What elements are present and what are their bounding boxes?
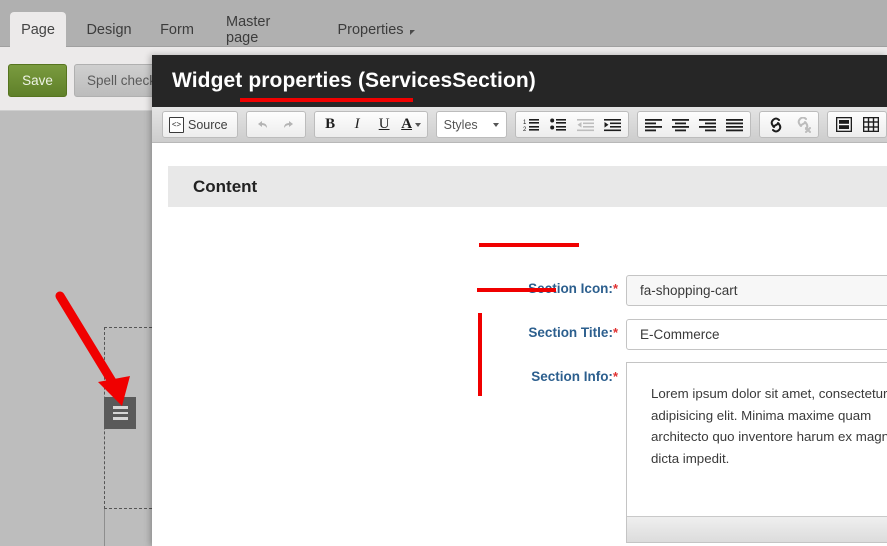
dialog-title-text: Widget properties (ServicesSection) bbox=[172, 69, 536, 92]
table-button[interactable] bbox=[857, 112, 884, 137]
redo-button[interactable] bbox=[276, 112, 303, 137]
unlink-icon bbox=[797, 116, 811, 133]
styles-dropdown[interactable]: Styles bbox=[435, 111, 507, 138]
chevron-down-icon bbox=[493, 122, 499, 127]
annotation-underline-title bbox=[240, 98, 413, 102]
section-title-label-text: Section Title: bbox=[528, 325, 613, 340]
align-right-button[interactable] bbox=[694, 112, 721, 137]
svg-text:2: 2 bbox=[523, 127, 527, 132]
tab-properties[interactable]: Properties bbox=[326, 12, 426, 47]
annotation-bar-section-info bbox=[478, 313, 482, 396]
section-icon-select-value: fa-shopping-cart bbox=[640, 283, 738, 298]
section-info-editor-footer bbox=[627, 516, 887, 542]
image-button[interactable] bbox=[830, 112, 857, 137]
required-asterisk: * bbox=[612, 325, 618, 340]
undo-arrow-icon bbox=[258, 120, 268, 128]
section-info-label-row: Section Info:* bbox=[378, 369, 618, 384]
section-icon-select[interactable]: fa-shopping-cart bbox=[626, 275, 887, 306]
bold-icon: B bbox=[325, 116, 336, 132]
italic-icon: I bbox=[354, 116, 360, 132]
chevron-down-icon bbox=[409, 30, 415, 35]
tab-page-label: Page bbox=[21, 21, 55, 38]
bold-button[interactable]: B bbox=[317, 112, 344, 137]
annotation-underline-section-title bbox=[477, 288, 556, 292]
increase-indent-button[interactable] bbox=[599, 112, 626, 137]
save-button-label: Save bbox=[22, 73, 53, 88]
toolbar-group-basic-styles: B I U A bbox=[313, 111, 428, 138]
tab-properties-label: Properties bbox=[337, 21, 404, 38]
save-button[interactable]: Save bbox=[8, 64, 67, 97]
undo-button[interactable] bbox=[249, 112, 276, 137]
main-tab-bar: Page Design Form Master page Properties bbox=[0, 0, 887, 47]
align-center-icon bbox=[672, 118, 689, 131]
hamburger-icon-line bbox=[112, 417, 128, 420]
source-button-label: Source bbox=[188, 117, 228, 132]
decrease-indent-button[interactable] bbox=[572, 112, 599, 137]
section-info-label-text: Section Info: bbox=[531, 369, 613, 384]
section-info-editor-value: Lorem ipsum dolor sit amet, consectetur … bbox=[651, 386, 887, 466]
table-icon bbox=[862, 117, 879, 132]
column-guide-line bbox=[104, 509, 105, 546]
source-code-icon: <> bbox=[169, 116, 184, 133]
required-asterisk: * bbox=[612, 369, 618, 384]
required-asterisk: * bbox=[612, 281, 618, 296]
annotation-arrow bbox=[55, 291, 130, 406]
underline-icon: U bbox=[378, 116, 390, 132]
increase-indent-icon bbox=[604, 119, 621, 132]
toolbar-group-links bbox=[759, 111, 819, 138]
toolbar-group-history bbox=[245, 111, 306, 138]
toolbar-group-paragraph: 1 2 bbox=[515, 111, 629, 138]
content-section-header: Content bbox=[168, 166, 887, 207]
widget-properties-dialog: Widget properties (ServicesSection) <> S… bbox=[152, 55, 887, 546]
tab-design[interactable]: Design bbox=[76, 12, 142, 47]
content-section-header-label: Content bbox=[193, 176, 258, 196]
unlink-button[interactable] bbox=[789, 112, 816, 137]
toolbar-group-insert bbox=[827, 111, 887, 138]
screen-root: Page Design Form Master page Properties … bbox=[0, 0, 887, 546]
bulleted-list-button[interactable] bbox=[545, 112, 572, 137]
align-right-icon bbox=[699, 118, 716, 131]
align-justify-icon bbox=[726, 118, 743, 131]
bulleted-list-icon bbox=[550, 118, 566, 131]
text-color-button[interactable]: A bbox=[398, 112, 425, 137]
tab-master-page-label: Master page bbox=[226, 13, 271, 46]
numbered-list-button[interactable]: 1 2 bbox=[518, 112, 545, 137]
section-title-input-value: E-Commerce bbox=[640, 327, 720, 342]
spell-check-button-label: Spell check bbox=[87, 73, 157, 88]
section-title-input[interactable]: E-Commerce bbox=[626, 319, 887, 350]
italic-button[interactable]: I bbox=[344, 112, 371, 137]
toolbar-group-document: <> Source bbox=[162, 111, 238, 138]
align-center-button[interactable] bbox=[667, 112, 694, 137]
align-left-button[interactable] bbox=[640, 112, 667, 137]
decrease-indent-icon bbox=[577, 119, 594, 132]
chevron-down-icon bbox=[415, 122, 422, 127]
image-icon bbox=[835, 117, 852, 132]
toolbar-group-align bbox=[637, 111, 751, 138]
svg-text:1: 1 bbox=[523, 120, 527, 126]
section-title-label: Section Title:* bbox=[528, 325, 618, 340]
widget-properties-form: Section Icon:* fa-shopping-cart Section … bbox=[168, 207, 887, 546]
align-left-icon bbox=[645, 118, 662, 131]
styles-dropdown-label: Styles bbox=[443, 117, 478, 132]
redo-arrow-icon bbox=[284, 120, 294, 128]
link-icon bbox=[770, 117, 781, 132]
tab-master-page[interactable]: Master page bbox=[212, 12, 318, 47]
annotation-underline-section-icon bbox=[479, 243, 579, 247]
tab-design-label: Design bbox=[86, 21, 132, 38]
section-info-editor[interactable]: Lorem ipsum dolor sit amet, consectetur … bbox=[626, 362, 887, 543]
numbered-list-icon: 1 2 bbox=[523, 119, 539, 132]
tab-page[interactable]: Page bbox=[10, 12, 66, 47]
source-button[interactable]: <> Source bbox=[165, 112, 235, 137]
section-title-label-row: Section Title:* bbox=[378, 325, 618, 340]
section-info-label: Section Info:* bbox=[531, 369, 618, 384]
tab-form-label: Form bbox=[160, 21, 194, 38]
text-color-icon: A bbox=[401, 116, 413, 132]
link-button[interactable] bbox=[762, 112, 789, 137]
tab-form[interactable]: Form bbox=[152, 12, 202, 47]
rich-text-editor-toolbar: <> Source B I U A Styles 1 2 bbox=[152, 107, 887, 143]
underline-button[interactable]: U bbox=[371, 112, 398, 137]
align-justify-button[interactable] bbox=[721, 112, 748, 137]
